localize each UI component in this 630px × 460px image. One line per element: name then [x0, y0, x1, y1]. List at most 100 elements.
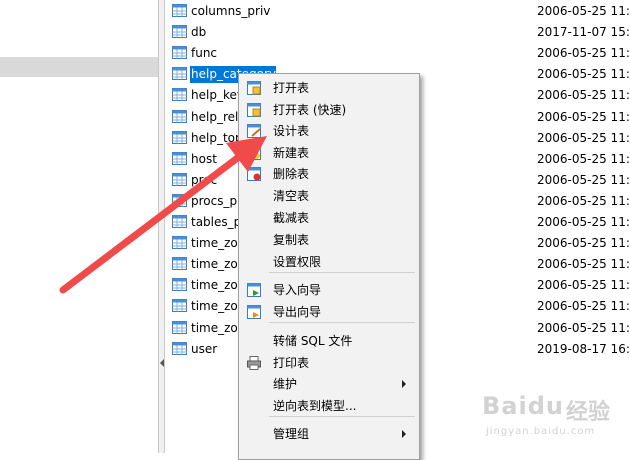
- menu-item-15[interactable]: 逆向表到模型...: [239, 396, 419, 417]
- table-name[interactable]: time_zone_transition: [190, 298, 239, 315]
- table-icon: [172, 109, 187, 123]
- table-name[interactable]: proc: [190, 172, 239, 189]
- menu-item-label: 导出向导: [273, 305, 322, 319]
- menu-item-label: 截减表: [273, 211, 310, 225]
- object-tree-panel[interactable]: [0, 0, 158, 453]
- table-icon: [172, 46, 187, 60]
- menu-item-11[interactable]: 导出向导: [239, 302, 419, 323]
- menu-item-label: 打开表: [273, 81, 310, 95]
- table-name[interactable]: time_zone: [190, 235, 239, 252]
- menu-item-label: 导入向导: [273, 283, 322, 297]
- table-modified-date: 2006-05-25 11:3: [537, 151, 630, 166]
- menu-item-7[interactable]: 截减表: [239, 208, 419, 229]
- table-icon: [172, 25, 187, 39]
- submenu-arrow-icon: [402, 380, 406, 388]
- table-modified-date: 2006-05-25 11:3: [537, 46, 630, 61]
- watermark-brand: Baidu: [482, 392, 564, 420]
- menu-item-9[interactable]: 设置权限: [239, 252, 419, 273]
- table-icon: [172, 257, 187, 271]
- context-menu: 打开表打开表 (快速) 设计表新建表删除表清空表截减表复制表设置权限导入向导导出向…: [238, 73, 420, 460]
- watermark-url: jingyan.baidu.com: [486, 426, 596, 437]
- menu-item-label: 逆向表到模型...: [273, 399, 357, 413]
- table-name[interactable]: help_relation: [190, 109, 239, 126]
- table-modified-date: 2017-11-07 15:5: [537, 25, 630, 40]
- table-modified-date: 2006-05-25 11:3: [537, 236, 630, 251]
- table-icon: [172, 130, 187, 144]
- collapse-arrow-icon[interactable]: [160, 359, 164, 367]
- import-wizard-icon: [247, 283, 261, 297]
- submenu-arrow-icon: [402, 430, 406, 438]
- pane-splitter[interactable]: [158, 0, 165, 453]
- table-modified-date: 2006-05-25 11:3: [537, 278, 630, 293]
- baidu-jingyan-watermark: Baidu 经验 jingyan.baidu.com: [478, 392, 628, 448]
- table-name[interactable]: time_zone_name: [190, 277, 239, 294]
- menu-item-12[interactable]: 转储 SQL 文件: [239, 331, 419, 352]
- table-modified-date: 2006-05-25 11:3: [537, 320, 630, 335]
- table-name[interactable]: func: [190, 45, 218, 62]
- table-name[interactable]: tables_priv: [190, 214, 239, 231]
- menu-separator: [269, 416, 415, 417]
- open-table-icon: [247, 81, 261, 95]
- menu-separator: [269, 272, 415, 273]
- menu-item-6[interactable]: 清空表: [239, 186, 419, 207]
- menu-item-label: 删除表: [273, 167, 310, 181]
- menu-item-label: 打开表 (快速): [273, 103, 347, 117]
- table-name[interactable]: time_zone_leap_second: [190, 256, 239, 273]
- menu-item-14[interactable]: 维护: [239, 374, 419, 395]
- table-name[interactable]: procs_priv: [190, 193, 239, 210]
- menu-item-3[interactable]: 设计表: [239, 121, 419, 142]
- table-row[interactable]: db 2017-11-07 15:5: [166, 22, 630, 43]
- table-icon: [172, 88, 187, 102]
- table-modified-date: 2006-05-25 11:3: [537, 4, 630, 18]
- menu-item-label: 设计表: [273, 124, 310, 138]
- menu-item-label: 新建表: [273, 146, 310, 160]
- printer-icon: [247, 356, 261, 370]
- watermark-jingyan: 经验: [566, 400, 611, 425]
- menu-item-label: 设置权限: [273, 255, 322, 269]
- new-table-icon: [247, 146, 261, 160]
- table-row[interactable]: columns_priv 2006-05-25 11:3: [166, 1, 630, 22]
- tree-selected-row[interactable]: [0, 57, 158, 77]
- table-icon: [172, 67, 187, 81]
- table-icon: [172, 215, 187, 228]
- delete-table-icon: [247, 167, 261, 181]
- menu-item-13[interactable]: 打印表: [239, 353, 419, 374]
- menu-item-5[interactable]: 删除表: [239, 164, 419, 185]
- menu-item-4[interactable]: 新建表: [239, 143, 419, 164]
- menu-item-10[interactable]: 导入向导: [239, 280, 419, 301]
- menu-item-2[interactable]: 打开表 (快速): [239, 100, 419, 121]
- export-wizard-icon: [247, 305, 261, 319]
- table-modified-date: 2006-05-25 11:3: [537, 215, 630, 229]
- table-icon: [172, 172, 187, 186]
- table-modified-date: 2006-05-25 11:3: [537, 109, 630, 124]
- table-name[interactable]: db: [190, 24, 207, 41]
- table-name[interactable]: help_keyword: [190, 87, 239, 104]
- menu-item-8[interactable]: 复制表: [239, 230, 419, 251]
- menu-item-label: 转储 SQL 文件: [273, 334, 353, 348]
- menu-item-16[interactable]: 管理组: [239, 424, 419, 445]
- table-name[interactable]: user: [190, 341, 218, 358]
- table-modified-date: 2006-05-25 11:3: [537, 88, 630, 103]
- table-modified-date: 2006-05-25 11:3: [537, 172, 630, 187]
- menu-item-label: 管理组: [273, 427, 310, 441]
- menu-item-label: 维护: [273, 377, 298, 391]
- table-modified-date: 2006-05-25 11:3: [537, 257, 630, 272]
- design-table-icon: [247, 124, 261, 138]
- table-modified-date: 2006-05-25 11:3: [537, 67, 630, 82]
- table-name[interactable]: help_topic: [190, 130, 239, 147]
- menu-item-1[interactable]: 打开表: [239, 78, 419, 99]
- table-icon: [172, 193, 187, 207]
- table-icon: [172, 4, 187, 17]
- table-row[interactable]: func 2006-05-25 11:3: [166, 43, 630, 64]
- table-icon: [172, 236, 187, 250]
- table-modified-date: 2006-05-25 11:3: [537, 299, 630, 314]
- table-name[interactable]: columns_priv: [190, 3, 271, 20]
- table-name[interactable]: time_zone_transition_type: [190, 320, 239, 337]
- table-name[interactable]: host: [190, 151, 218, 168]
- table-icon: [172, 341, 187, 355]
- table-icon: [172, 151, 187, 165]
- open-table-quick-icon: [247, 103, 261, 117]
- menu-item-label: 打印表: [273, 356, 310, 370]
- menu-item-label: 清空表: [273, 189, 310, 203]
- table-icon: [172, 299, 187, 313]
